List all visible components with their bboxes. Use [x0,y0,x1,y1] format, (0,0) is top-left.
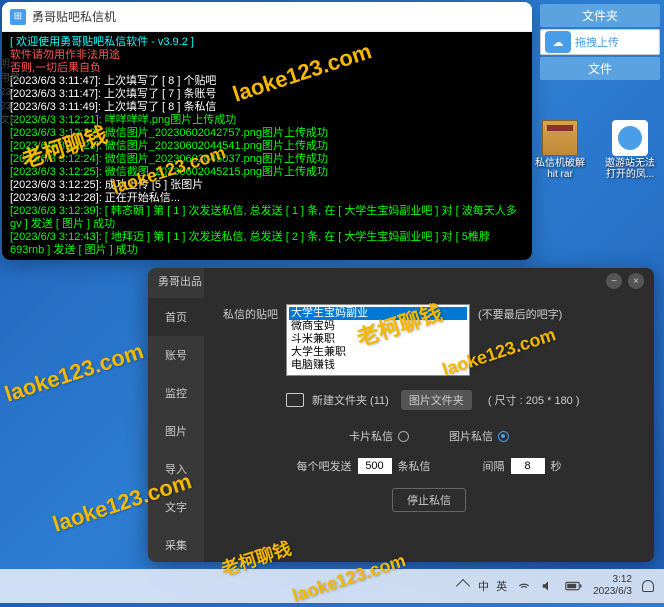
stop-button[interactable]: 停止私信 [392,488,466,512]
console-line: [2023/6/3 3:11:47]: 上次填写了 [ 7 ] 条账号 [10,88,524,101]
console-window: ⊞ 勇哥贴吧私信机 [ 欢迎使用勇哥贴吧私信软件 - v3.9.2 ]软件请勿用… [2,2,532,260]
folder-header: 文件夹 [540,4,660,27]
battery-icon[interactable] [565,579,583,593]
notification-icon[interactable] [642,580,654,592]
volume-icon[interactable] [541,579,555,593]
radio-card[interactable]: 卡片私信 [349,428,409,444]
desktop-icon-globe[interactable]: 遨游站无法打开的凤... [604,120,656,180]
console-line: [ 欢迎使用勇哥贴吧私信软件 - v3.9.2 ] [10,36,524,49]
radio-pic-label: 图片私信 [449,428,493,444]
sidebar-item[interactable]: 导入 [148,450,204,488]
console-line: 软件请勿用作非法用途 [10,49,524,62]
taskbar[interactable]: 中 英 3:12 2023/6/3 [0,569,664,603]
list-item[interactable]: 斗米兼职 [289,333,467,346]
console-line: [2023/6/3 3:12:23]: 微信图片_20230602044541.… [10,140,524,153]
radio-pic[interactable]: 图片私信 [449,428,509,444]
sidebar-item[interactable]: 首页 [148,298,204,336]
cloud-icon: ☁ [545,31,571,53]
list-item[interactable]: 微商宝妈 [289,320,467,333]
close-button[interactable]: × [628,273,644,289]
list-item[interactable]: 大学生兼职 [289,346,467,359]
desktop-icons: 私信机破解 hit rar 遨游站无法打开的凤... [534,120,656,180]
console-line: [2023/6/3 3:12:24]: 微信图片_20230602045037.… [10,153,524,166]
rar-icon [542,120,578,156]
rar-label: 私信机破解 hit rar [534,158,586,180]
minimize-button[interactable]: − [606,273,622,289]
list-item[interactable]: 电脑赚钱 [289,359,467,372]
console-line: [2023/6/3 3:11:47]: 上次填写了 [ 8 ] 个贴吧 [10,75,524,88]
interval-input[interactable] [511,458,545,474]
console-line: [2023/6/3 3:12:22]: 微信图片_20230602042757.… [10,127,524,140]
settings-main: 私信的贴吧 大学生宝妈副业微商宝妈斗米兼职大学生兼职电脑赚钱 (不要最后的吧字)… [204,268,654,562]
console-line: [2023/6/3 3:12:43]: [ 地拜迈 ] 第 [ 1 ] 次发送私… [10,231,524,257]
radio-card-label: 卡片私信 [349,428,393,444]
interval-suffix: 秒 [551,458,562,474]
wifi-icon[interactable] [517,579,531,593]
folder-name: 新建文件夹 (11) [312,392,389,408]
console-line: 否则,一切后果自负 [10,62,524,75]
radio-icon [498,431,509,442]
console-line: [2023/6/3 3:12:39]: [ 韩忞頣 ] 第 [ 1 ] 次发送私… [10,205,524,231]
clock[interactable]: 3:12 2023/6/3 [593,574,632,598]
tieba-label: 私信的贴吧 [218,304,286,322]
send-suffix: 条私信 [398,458,431,474]
console-line: [2023/6/3 3:12:25]: 成功上传 [5 ] 张图片 [10,179,524,192]
list-item[interactable]: 大学生宝妈副业 [289,307,467,320]
ime-indicator[interactable]: 中 英 [478,578,507,594]
console-titlebar[interactable]: ⊞ 勇哥贴吧私信机 [2,2,532,32]
sidebar-item[interactable]: 采集 [148,526,204,562]
upload-row[interactable]: ☁ 拖拽上传 [540,29,660,55]
globe-icon [612,120,648,156]
app-icon: ⊞ [10,9,26,25]
settings-sidebar: 首页账号监控图片导入文字采集设置 [148,268,204,562]
tieba-list[interactable]: 大学生宝妈副业微商宝妈斗米兼职大学生兼职电脑赚钱 [286,304,470,376]
sidebar-item[interactable]: 监控 [148,374,204,412]
folder-panel: 文件夹 ☁ 拖拽上传 文件 [540,4,660,80]
sidebar-item[interactable]: 文字 [148,488,204,526]
sidebar-item[interactable]: 账号 [148,336,204,374]
file-header: 文件 [540,57,660,80]
size-hint: ( 尺寸 : 205 * 180 ) [488,392,580,408]
console-line: [2023/6/3 3:12:28]: 正在开始私信... [10,192,524,205]
interval-label: 间隔 [483,458,505,474]
background-text: 明用教23/23/文E [0,58,20,128]
settings-titlebar[interactable]: 勇哥出品 − × [148,268,654,294]
send-count-input[interactable] [358,458,392,474]
settings-title: 勇哥出品 [158,273,202,289]
sidebar-item[interactable]: 图片 [148,412,204,450]
send-prefix: 每个吧发送 [297,458,352,474]
watermark: laoke123.com [2,338,147,407]
radio-icon [398,431,409,442]
console-line: [2023/6/3 3:12:21]: 咩咩咩咩.png图片上传成功 [10,114,524,127]
globe-label: 遨游站无法打开的凤... [604,158,656,180]
pic-folder-button[interactable]: 图片文件夹 [401,390,472,410]
chevron-up-icon[interactable] [456,579,470,593]
console-line: [2023/6/3 3:11:49]: 上次填写了 [ 8 ] 条私信 [10,101,524,114]
console-line: [2023/6/3 3:12:25]: 微信截图_20230602045215.… [10,166,524,179]
tieba-hint: (不要最后的吧字) [478,304,562,322]
desktop-icon-rar[interactable]: 私信机破解 hit rar [534,120,586,180]
folder-icon [286,393,304,407]
settings-window: 勇哥出品 − × 首页账号监控图片导入文字采集设置 私信的贴吧 大学生宝妈副业微… [148,268,654,562]
upload-label: 拖拽上传 [575,34,619,50]
console-body: [ 欢迎使用勇哥贴吧私信软件 - v3.9.2 ]软件请勿用作非法用途否则,一切… [2,32,532,260]
console-title: 勇哥贴吧私信机 [32,8,116,25]
